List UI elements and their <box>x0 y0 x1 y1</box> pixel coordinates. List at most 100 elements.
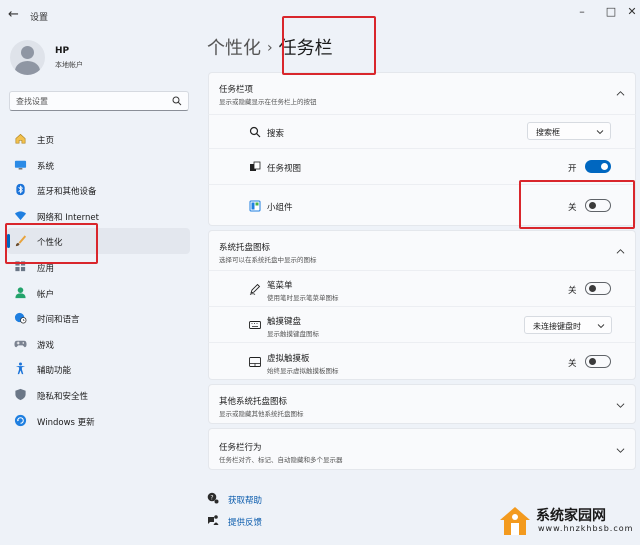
touchpad-icon <box>249 357 261 367</box>
toggle-state-label: 开 <box>568 164 577 174</box>
section-subtitle: 显示或隐藏显示在任务栏上的按钮 <box>219 98 317 106</box>
dropdown-value: 搜索框 <box>536 128 560 137</box>
virtual-touchpad-toggle[interactable] <box>585 355 611 368</box>
profile-name: HP <box>55 46 70 56</box>
section-title: 系统托盘图标 <box>219 243 271 253</box>
sidebar-item-label: 主页 <box>37 136 55 146</box>
sidebar-item-label: 网络和 Internet <box>37 212 99 223</box>
setting-row-search: 搜索 搜索框 <box>208 114 636 148</box>
setting-label: 虚拟触摸板 <box>267 354 310 364</box>
watermark-url: www.hnzkhbsb.com <box>538 524 634 533</box>
sidebar-item-windows-update[interactable]: Windows 更新 <box>7 408 190 434</box>
svg-text:?: ? <box>210 494 213 501</box>
breadcrumb-separator: › <box>267 40 273 56</box>
sidebar-item-label: 辅助功能 <box>37 366 72 377</box>
chevron-down-icon[interactable] <box>616 401 625 410</box>
setting-label: 搜索 <box>267 129 285 139</box>
search-icon <box>249 126 261 138</box>
close-icon[interactable]: ✕ <box>624 5 640 19</box>
update-icon <box>14 414 27 426</box>
widgets-icon <box>249 200 261 212</box>
wifi-icon <box>14 211 27 220</box>
taskbar-items-section-header[interactable]: 任务栏项 显示或隐藏显示在任务栏上的按钮 <box>208 72 636 114</box>
profile-account-type: 本地帐户 <box>55 61 83 69</box>
toggle-state-label: 关 <box>568 359 577 369</box>
chevron-up-icon[interactable] <box>616 89 625 98</box>
task-view-toggle[interactable] <box>585 160 611 173</box>
tray-icons-section-header[interactable]: 系统托盘图标 选择可以在系统托盘中显示的图标 <box>208 230 636 270</box>
sidebar-item-label: Windows 更新 <box>37 417 95 428</box>
maximize-icon[interactable]: □ <box>603 5 619 19</box>
get-help-link[interactable]: 获取帮助 <box>228 494 262 506</box>
sidebar-item-label: 蓝牙和其他设备 <box>37 187 97 198</box>
breadcrumb-parent[interactable]: 个性化 <box>207 38 261 59</box>
avatar <box>10 40 45 75</box>
setting-label: 触摸键盘 <box>267 317 302 327</box>
section-title: 任务栏项 <box>219 85 254 95</box>
search-mode-dropdown[interactable]: 搜索框 <box>527 122 611 140</box>
home-icon <box>15 133 26 144</box>
section-title: 任务栏行为 <box>219 443 262 453</box>
chevron-down-icon <box>597 324 605 329</box>
search-icon[interactable] <box>172 96 182 106</box>
sidebar-item-accounts[interactable]: 帐户 <box>7 280 190 306</box>
sidebar-item-time-language[interactable]: 时间和语言 <box>7 305 190 331</box>
house-logo-icon <box>500 507 530 535</box>
monitor-icon <box>14 160 27 170</box>
pen-icon <box>249 283 261 295</box>
feedback-icon <box>208 515 219 525</box>
other-tray-icons-section[interactable]: 其他系统托盘图标 显示或隐藏其他系统托盘图标 <box>208 384 636 424</box>
keyboard-icon <box>249 321 261 329</box>
sidebar-item-label: 系统 <box>37 161 55 172</box>
section-subtitle: 选择可以在系统托盘中显示的图标 <box>219 256 317 264</box>
highlight-box-widgets-toggle <box>519 180 635 229</box>
person-icon <box>15 286 26 298</box>
setting-row-touch-keyboard: 触摸键盘 显示触摸键盘图标 未连接键盘时 <box>208 306 636 342</box>
sidebar-item-gaming[interactable]: 游戏 <box>7 331 190 357</box>
setting-label: 任务视图 <box>267 164 302 174</box>
setting-description: 显示触摸键盘图标 <box>267 330 319 338</box>
sidebar-item-home[interactable]: 主页 <box>7 126 190 152</box>
sidebar-nav: 主页 系统 蓝牙和其他设备 网络和 Internet 个性化 应用 帐户 时间和… <box>7 126 190 433</box>
highlight-box-taskbar-title <box>282 16 376 75</box>
section-subtitle: 显示或隐藏其他系统托盘图标 <box>219 410 304 418</box>
sidebar-item-label: 隐私和安全性 <box>37 391 89 402</box>
setting-description: 使用笔时显示笔菜单图标 <box>267 294 339 302</box>
setting-label: 小组件 <box>267 203 293 213</box>
setting-row-task-view: 任务视图 开 <box>208 148 636 184</box>
section-title: 其他系统托盘图标 <box>219 397 288 407</box>
task-view-icon <box>250 161 261 171</box>
chevron-down-icon <box>596 130 604 135</box>
help-icon: ? <box>207 492 219 504</box>
sidebar-item-privacy[interactable]: 隐私和安全性 <box>7 382 190 408</box>
gamepad-icon <box>14 340 27 347</box>
watermark: 系统家园网 www.hnzkhbsb.com <box>498 502 638 540</box>
touch-keyboard-dropdown[interactable]: 未连接键盘时 <box>524 316 612 334</box>
chevron-up-icon[interactable] <box>616 247 625 256</box>
taskbar-behavior-section[interactable]: 任务栏行为 任务栏对齐、标记、自动隐藏和多个显示器 <box>208 428 636 470</box>
back-arrow-icon[interactable]: ← <box>8 7 22 23</box>
search-input[interactable] <box>16 94 166 108</box>
chevron-down-icon[interactable] <box>616 446 625 455</box>
highlight-box-personalization <box>5 223 98 264</box>
toggle-state-label: 关 <box>568 286 577 296</box>
give-feedback-link[interactable]: 提供反馈 <box>228 516 262 528</box>
search-box[interactable] <box>9 91 189 111</box>
pen-menu-toggle[interactable] <box>585 282 611 295</box>
window-title: 设置 <box>30 13 49 23</box>
sidebar-item-bluetooth[interactable]: 蓝牙和其他设备 <box>7 177 190 203</box>
sidebar-item-label: 帐户 <box>37 289 55 300</box>
setting-row-virtual-touchpad: 虚拟触摸板 始终显示虚拟触摸板图标 关 <box>208 342 636 380</box>
setting-description: 始终显示虚拟触摸板图标 <box>267 367 339 375</box>
dropdown-value: 未连接键盘时 <box>533 322 581 331</box>
globe-clock-icon <box>14 313 27 324</box>
sidebar-item-accessibility[interactable]: 辅助功能 <box>7 356 190 382</box>
sidebar-item-system[interactable]: 系统 <box>7 152 190 178</box>
accessibility-icon <box>15 362 26 375</box>
shield-icon <box>15 388 26 401</box>
watermark-name: 系统家园网 <box>536 508 606 524</box>
minimize-icon[interactable]: – <box>574 5 590 19</box>
bluetooth-icon <box>16 184 25 196</box>
setting-label: 笔菜单 <box>267 281 293 291</box>
setting-row-pen-menu: 笔菜单 使用笔时显示笔菜单图标 关 <box>208 270 636 306</box>
